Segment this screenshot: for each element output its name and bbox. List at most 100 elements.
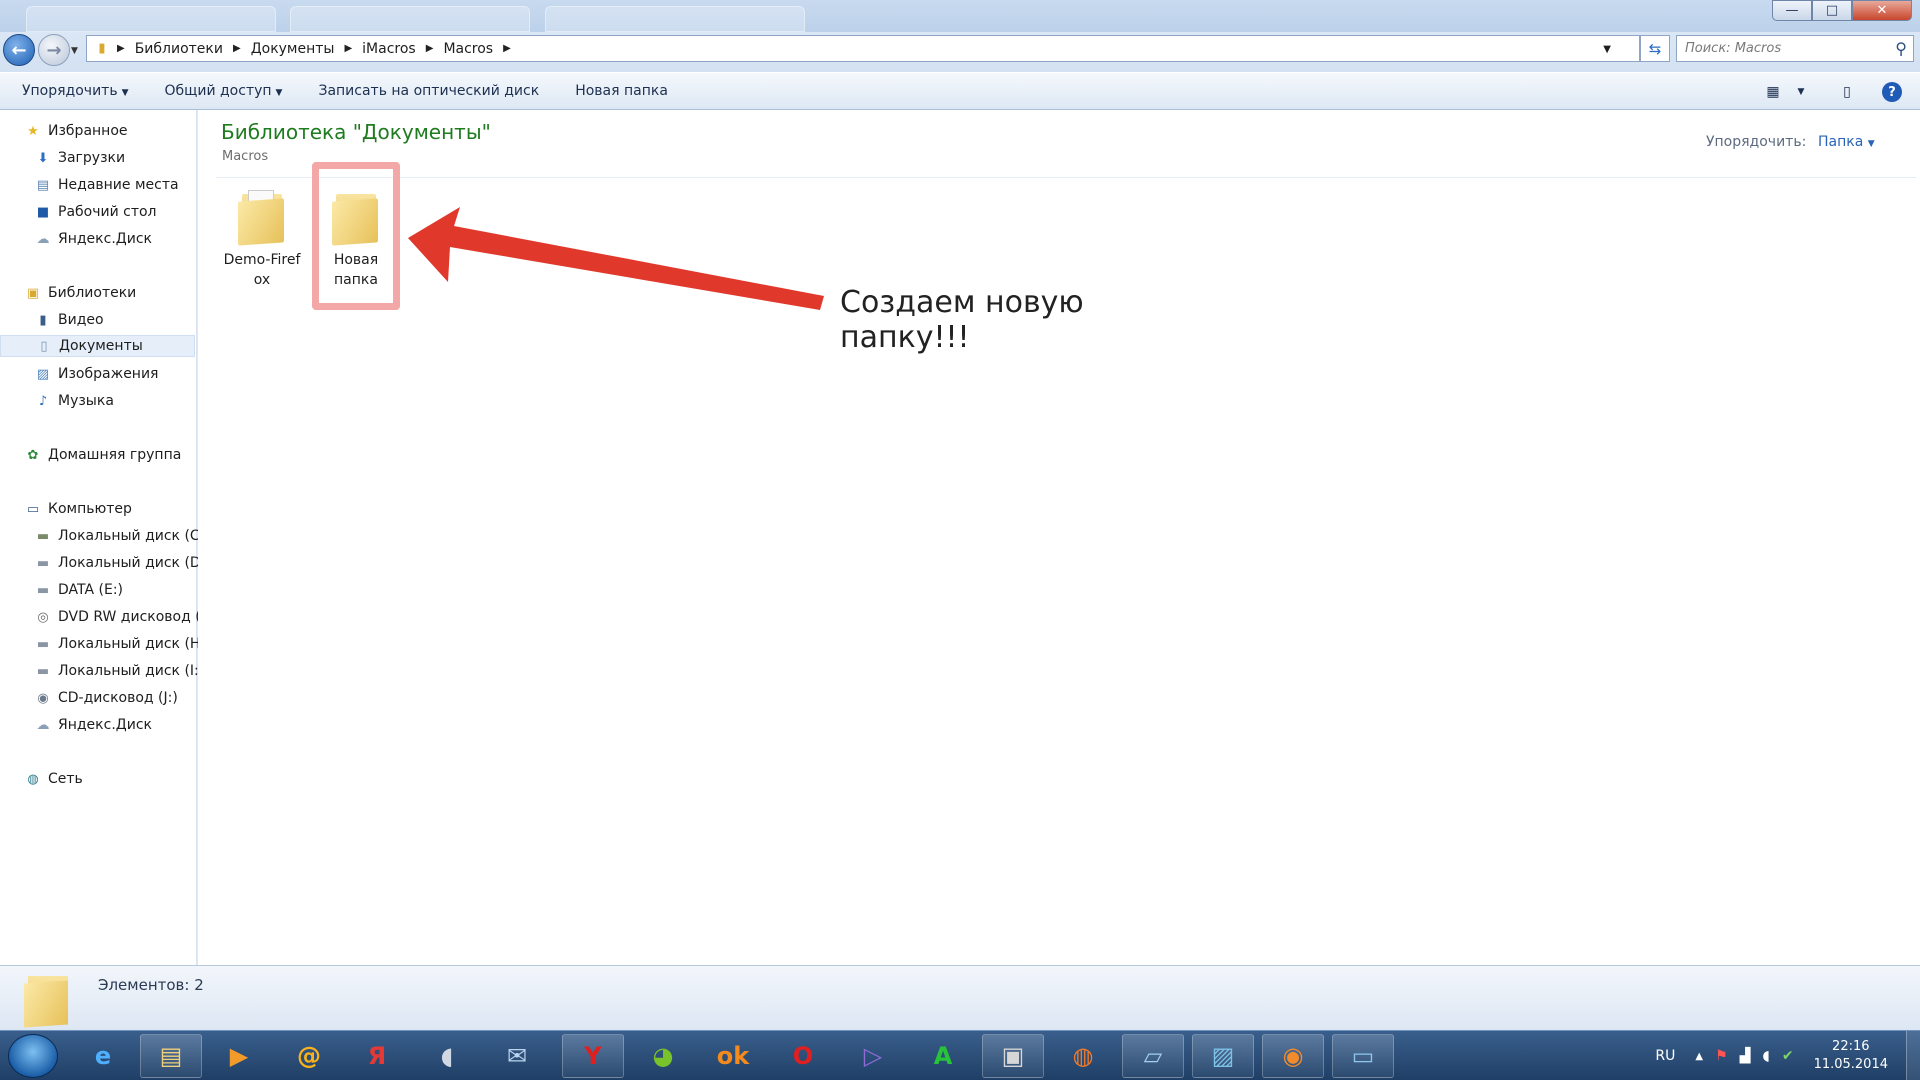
hard-drive-icon: ▬ <box>36 555 50 571</box>
volume-icon[interactable]: ◖ <box>1762 1048 1769 1064</box>
explorer-icon[interactable]: ▤ <box>140 1034 202 1078</box>
search-icon[interactable]: ⚲ <box>1895 39 1907 58</box>
folder-item[interactable]: Demo-Firef ox <box>216 188 308 290</box>
chevron-right-icon[interactable]: ▶ <box>503 43 511 54</box>
background-tab[interactable] <box>26 6 276 32</box>
nav-label: Недавние места <box>58 177 179 193</box>
firefox-icon[interactable]: ◉ <box>1262 1034 1324 1078</box>
nav-label: Компьютер <box>48 501 132 517</box>
opera-icon[interactable]: O <box>772 1034 834 1078</box>
recent-places-icon: ▤ <box>36 177 50 193</box>
nav-favorites[interactable]: ★ Избранное <box>24 120 219 142</box>
breadcrumb-item[interactable]: Macros <box>443 41 493 57</box>
system-tray: RU ▲ ⚑ ▟ ◖ ✔ 22:16 11.05.2014 <box>1649 1031 1920 1080</box>
organize-label: Упорядочить <box>22 83 118 99</box>
show-desktop-button[interactable] <box>1906 1031 1920 1080</box>
origin-icon[interactable]: ◍ <box>1052 1034 1114 1078</box>
burn-disc-button[interactable]: Записать на оптический диск <box>318 83 539 99</box>
title-bar: — □ ✕ <box>0 0 1920 32</box>
chevron-right-icon[interactable]: ▶ <box>233 43 241 54</box>
share-button[interactable]: Общий доступ ▼ <box>165 83 283 99</box>
terminal-icon[interactable]: ▣ <box>982 1034 1044 1078</box>
photo-viewer-icon[interactable]: ▨ <box>1192 1034 1254 1078</box>
nav-network[interactable]: ◍ Сеть <box>24 768 219 790</box>
nav-label: CD-дисковод (J:) <box>58 690 178 706</box>
address-row: ← → ▼ ▮ ▶ Библиотеки ▶ Документы ▶ iMacr… <box>0 32 1920 72</box>
nav-label: Яндекс.Диск <box>58 717 152 733</box>
maximize-button[interactable]: □ <box>1812 0 1852 21</box>
documents-library-icon: ▯ <box>40 338 48 354</box>
language-indicator[interactable]: RU <box>1655 1048 1675 1064</box>
nav-homegroup[interactable]: ✿ Домашняя группа <box>24 444 219 466</box>
details-pane: Элементов: 2 <box>0 965 1920 1030</box>
chevron-right-icon[interactable]: ▶ <box>426 43 434 54</box>
arrange-by-dropdown[interactable]: Папка ▼ <box>1818 134 1875 150</box>
nav-label: Избранное <box>48 123 128 139</box>
network-signal-icon[interactable]: ▟ <box>1740 1048 1751 1064</box>
forward-arrow-icon: → <box>46 39 62 61</box>
computer-icon: ▭ <box>26 501 40 517</box>
nav-libraries[interactable]: ▣ Библиотеки <box>24 282 219 304</box>
chevron-down-icon[interactable]: ▼ <box>1603 44 1611 55</box>
file-list-area[interactable]: Библиотека "Документы" Macros Упорядочит… <box>198 110 1920 965</box>
desktop-icon: ■ <box>36 204 50 220</box>
new-folder-button[interactable]: Новая папка <box>575 83 668 99</box>
organize-button[interactable]: Упорядочить ▼ <box>22 83 129 99</box>
help-icon[interactable]: ? <box>1882 82 1902 102</box>
mail-agent-icon[interactable]: @ <box>278 1034 340 1078</box>
odnoklassniki-icon[interactable]: ok <box>702 1034 764 1078</box>
preview-pane-icon[interactable]: ▯ <box>1832 77 1862 107</box>
caret-down-icon[interactable]: ▼ <box>1794 77 1808 107</box>
nav-documents[interactable]: ▯ Документы <box>0 335 195 357</box>
breadcrumb-item[interactable]: iMacros <box>362 41 416 57</box>
sync-icon[interactable]: ✔ <box>1782 1048 1794 1064</box>
yandex-browser-icon[interactable]: Y <box>562 1034 624 1078</box>
window-controls: — □ ✕ <box>1772 0 1912 21</box>
chevron-right-icon[interactable]: ▶ <box>117 43 125 54</box>
nav-label: Библиотеки <box>48 285 137 301</box>
highlight-box <box>312 162 400 310</box>
recent-pages-dropdown[interactable]: ▼ <box>71 46 78 56</box>
mail-icon[interactable]: ✉ <box>486 1034 548 1078</box>
start-button[interactable] <box>8 1034 58 1078</box>
clock[interactable]: 22:16 11.05.2014 <box>1814 1038 1888 1074</box>
item-count: Элементов: 2 <box>98 976 204 994</box>
hard-drive-icon: ▬ <box>36 663 50 679</box>
breadcrumb-item[interactable]: Библиотеки <box>135 41 223 57</box>
internet-explorer-icon[interactable]: e <box>72 1034 134 1078</box>
browser-icon[interactable]: ◕ <box>632 1034 694 1078</box>
arrange-by-label: Упорядочить: <box>1706 134 1807 150</box>
refresh-button[interactable]: ⇆ <box>1640 35 1670 62</box>
media-player-icon[interactable]: ▶ <box>208 1034 270 1078</box>
minimize-button[interactable]: — <box>1772 0 1812 21</box>
chevron-right-icon[interactable]: ▶ <box>344 43 352 54</box>
change-view-icon[interactable]: ▦ <box>1758 77 1788 107</box>
volume-app-icon[interactable]: ◖ <box>416 1034 478 1078</box>
action-center-icon[interactable]: ⚑ <box>1715 1048 1728 1064</box>
remote-desktop-icon[interactable]: ▭ <box>1332 1034 1394 1078</box>
background-tab[interactable] <box>545 6 805 32</box>
search-input[interactable]: Поиск: Macros ⚲ <box>1676 35 1914 62</box>
visual-studio-icon[interactable]: ▷ <box>842 1034 904 1078</box>
taskbar: e ▤ ▶ @ Я ◖ ✉ Y ◕ ok O ▷ A ▣ ◍ ▱ ▨ ◉ ▭ R… <box>0 1030 1920 1080</box>
notes-icon[interactable]: ▱ <box>1122 1034 1184 1078</box>
cd-drive-icon: ◉ <box>37 690 49 706</box>
close-button[interactable]: ✕ <box>1852 0 1912 21</box>
dvd-drive-icon: ◎ <box>37 609 49 625</box>
library-subtitle: Macros <box>222 149 269 164</box>
show-hidden-icons-icon[interactable]: ▲ <box>1695 1051 1703 1062</box>
breadcrumb-item[interactable]: Документы <box>251 41 335 57</box>
command-bar: Упорядочить ▼ Общий доступ ▼ Записать на о… <box>0 72 1920 110</box>
nav-label: Сеть <box>48 771 83 787</box>
folder-name: Demo-Firef <box>223 252 301 268</box>
nav-computer[interactable]: ▭ Компьютер <box>24 498 219 520</box>
forward-button[interactable]: → <box>38 34 70 66</box>
background-tab[interactable] <box>290 6 530 32</box>
yandex-icon[interactable]: Я <box>346 1034 408 1078</box>
caret-down-icon: ▼ <box>1867 139 1875 149</box>
hard-drive-icon: ▬ <box>36 582 50 598</box>
arrange-by-value: Папка <box>1818 134 1864 150</box>
font-app-icon[interactable]: A <box>912 1034 974 1078</box>
back-button[interactable]: ← <box>3 34 35 66</box>
address-bar[interactable]: ▮ ▶ Библиотеки ▶ Документы ▶ iMacros ▶ M… <box>86 35 1640 62</box>
